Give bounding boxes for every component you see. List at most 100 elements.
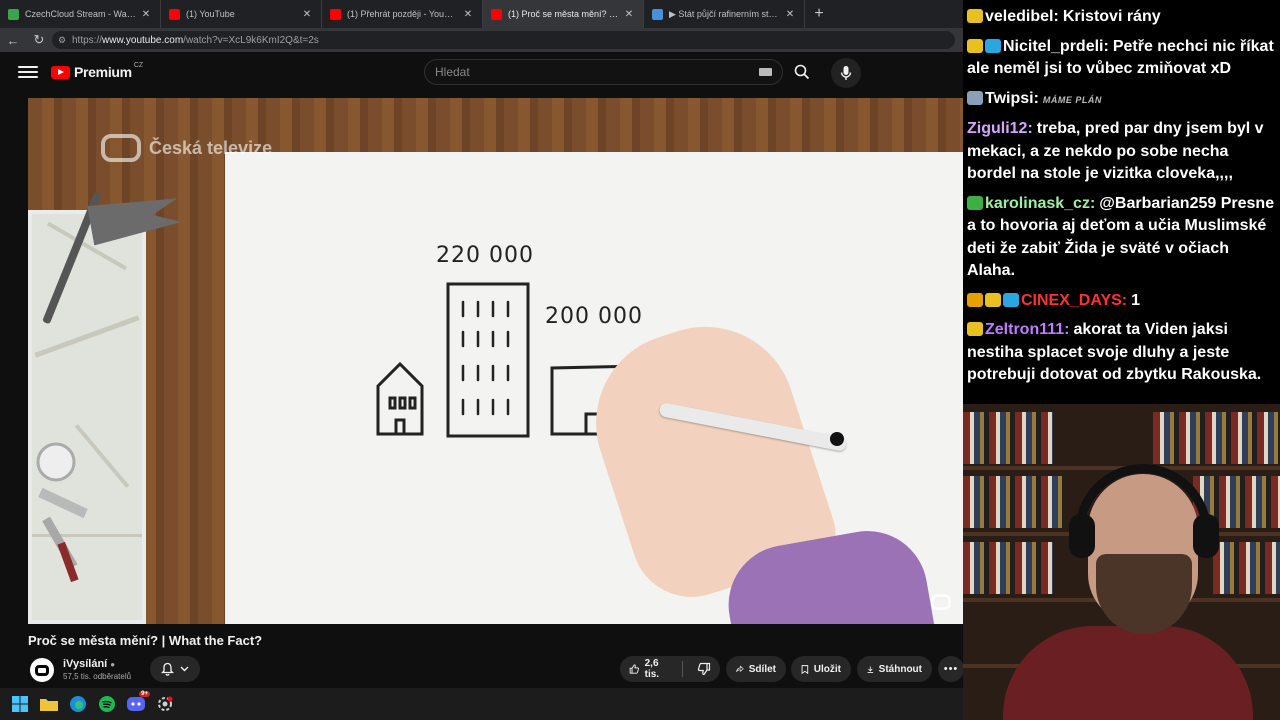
close-tab-icon[interactable]: ✕ (784, 9, 796, 20)
chat-username-text: CINEX_DAYS (1021, 291, 1122, 309)
url-host: www.youtube.com (102, 34, 184, 46)
search-button[interactable] (785, 59, 819, 85)
back-arrow-icon[interactable]: ← (0, 28, 26, 52)
books-row (963, 542, 1053, 594)
like-dislike-group: 2,6 tis. (620, 656, 720, 682)
voice-search-button[interactable] (831, 58, 861, 88)
more-actions-button[interactable]: ••• (938, 656, 964, 682)
file-explorer-icon[interactable] (39, 694, 59, 714)
headset-right-ear (1193, 514, 1219, 558)
close-tab-icon[interactable]: ✕ (140, 9, 152, 20)
chat-message: CINEX_DAYS: 1 (967, 290, 1275, 313)
chat-message: Ziguli12: treba, pred par dny jsem byl v … (967, 118, 1275, 186)
chat-username-text: Ziguli12 (967, 120, 1028, 137)
books-row (963, 476, 1063, 528)
menu-icon[interactable] (18, 66, 38, 78)
browser-tab[interactable]: (1) Proč se města mění? | What the ✕ (483, 0, 644, 28)
reload-icon[interactable]: ↻ (26, 28, 52, 52)
share-label: Sdílet (748, 663, 776, 675)
ct-corner-logo-icon (931, 594, 951, 610)
chat-username-text: Nicitel_prdeli (1003, 37, 1104, 55)
youtube-play-icon (51, 65, 70, 79)
chat-username[interactable]: karolinask_cz: (985, 195, 1095, 212)
spotify-icon[interactable] (97, 694, 117, 714)
channel-name[interactable]: iVysílání ● (63, 658, 115, 670)
chat-username-text: karolinask_cz (985, 194, 1090, 212)
tab-title: ▶ Stát půjčí rafinerním sto tisíc tun (669, 8, 780, 19)
chat-username[interactable]: Nicitel_prdeli: (1003, 38, 1109, 55)
search-input[interactable] (435, 65, 759, 79)
chat-badge-icon (967, 195, 983, 210)
youtube-logo[interactable]: Premium CZ (51, 62, 143, 80)
thumbs-down-icon (697, 662, 711, 676)
chat-username[interactable]: Twipsi: (985, 90, 1039, 107)
discord-icon[interactable]: 9+ (126, 691, 150, 714)
video-title: Proč se města mění? | What the Fact? (28, 633, 263, 648)
save-label: Uložit (813, 663, 841, 675)
save-button[interactable]: Uložit (791, 656, 851, 682)
bookmark-icon (801, 664, 809, 674)
notification-bell-button[interactable] (150, 656, 200, 682)
keyboard-icon[interactable] (759, 68, 772, 76)
books-row (1213, 542, 1280, 594)
headset-left-ear (1069, 514, 1095, 558)
like-button[interactable]: 2,6 tis. (620, 656, 677, 682)
browser-tab[interactable]: (1) Přehrát později - YouTube ✕ (322, 0, 483, 28)
chat-message: karolinask_cz: @Barbarian259 Presne a to … (967, 193, 1275, 283)
chat-message: Zeltron111: akorat ta Viden jaksi nestiha… (967, 319, 1275, 387)
start-icon[interactable] (10, 694, 30, 714)
tab-favicon-icon (8, 8, 19, 20)
tab-title: (1) Přehrát později - YouTube (347, 9, 458, 19)
url-prefix: https:// (72, 34, 103, 46)
new-tab-button[interactable]: + (805, 0, 833, 28)
chat-text: 1 (1131, 291, 1141, 309)
chat-emote: MÁME PLÁN (1042, 94, 1102, 105)
browser-tab-strip: CzechCloud Stream - Watch Live o✕(1) You… (0, 0, 963, 28)
url-field[interactable]: ⚙ https://www.youtube.com/watch?v=XcL9k6… (52, 31, 955, 49)
search-box (424, 59, 783, 85)
browser-tab[interactable]: CzechCloud Stream - Watch Live o ✕ (0, 0, 161, 28)
chat-badge-icon (1003, 292, 1019, 307)
chat-username[interactable]: veledibel: (985, 8, 1059, 25)
search-icon (794, 64, 810, 80)
watermark-text: Česká televize (149, 137, 273, 158)
drawn-number-1: 220 000 (436, 243, 534, 268)
download-label: Stáhnout (878, 663, 922, 675)
chat-username-text: Zeltron111 (985, 321, 1065, 338)
download-button[interactable]: Stáhnout (857, 656, 932, 682)
chat-badge-icon (967, 322, 983, 336)
close-tab-icon[interactable]: ✕ (623, 9, 635, 20)
chat-username-text: veledibel (985, 8, 1054, 25)
chat-username[interactable]: CINEX_DAYS: (1021, 292, 1127, 309)
chat-badge-icon (985, 38, 1001, 53)
windows-taskbar: 9+ (0, 688, 963, 720)
tab-title: CzechCloud Stream - Watch Live o (25, 9, 136, 19)
close-tab-icon[interactable]: ✕ (462, 9, 474, 20)
tab-favicon-icon (169, 8, 180, 20)
edge-icon[interactable] (68, 694, 88, 714)
browser-tab[interactable]: (1) YouTube ✕ (161, 0, 322, 28)
ct-logo-icon (101, 134, 141, 162)
chat-username[interactable]: Ziguli12: (967, 120, 1033, 137)
site-info-icon[interactable]: ⚙ (58, 35, 72, 46)
chat-message: veledibel: Kristovi rány (967, 6, 1275, 29)
share-icon (736, 665, 744, 672)
close-tab-icon[interactable]: ✕ (301, 9, 313, 20)
browser-tab[interactable]: ▶ Stát půjčí rafinerním sto tisíc tun ✕ (644, 0, 805, 28)
channel-avatar[interactable] (30, 658, 54, 682)
chat-username[interactable]: Zeltron111: (985, 321, 1069, 338)
url-path: /watch?v=XcL9k6KmI2Q&t=2s (183, 34, 319, 46)
video-player[interactable]: Česká televize 220 000 200 000 (28, 98, 963, 624)
settings-gear-icon[interactable] (155, 694, 175, 714)
tab-title: (1) Proč se města mění? | What the (508, 9, 619, 19)
bell-icon (161, 662, 174, 676)
address-bar: ← ↻ ⚙ https://www.youtube.com/watch?v=Xc… (0, 28, 963, 52)
books-row (1153, 412, 1280, 464)
channel-row: iVysílání ● 57,5 tis. odběratelů 2,6 tis.… (28, 656, 964, 684)
books-row (963, 412, 1053, 464)
dislike-button[interactable] (688, 656, 720, 682)
share-button[interactable]: Sdílet (726, 656, 786, 682)
tab-favicon-icon (491, 8, 502, 20)
tab-favicon-icon (652, 8, 663, 20)
chat-message: Twipsi: MÁME PLÁN (967, 88, 1275, 112)
